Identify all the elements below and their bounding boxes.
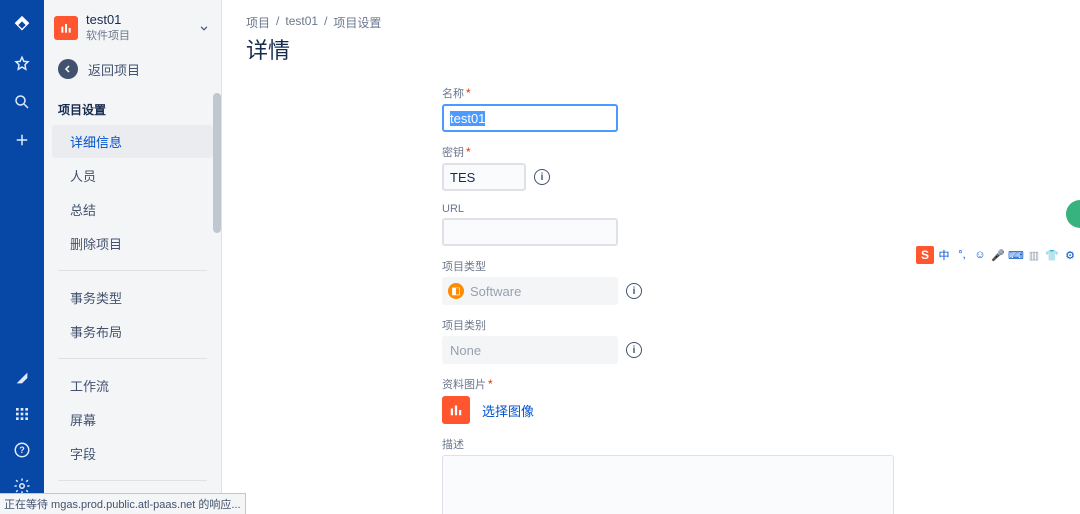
ime-skin-icon[interactable]: ▥ [1026,247,1042,263]
project-type-value: Software [470,284,521,299]
sidebar-nav: 项目设置 详细信息 人员 总结 删除项目 事务类型 事务布局 工作流 屏幕 字段… [44,93,221,514]
ime-tool-icon[interactable]: 👕 [1044,247,1060,263]
sidebar-heading: 项目设置 [44,93,221,124]
chevron-down-icon [197,21,211,35]
description-input[interactable] [442,455,894,514]
search-icon[interactable] [12,92,32,112]
breadcrumb-projects[interactable]: 项目 [246,14,270,31]
project-type-label: 软件项目 [86,27,189,43]
ime-settings-icon[interactable]: ⚙ [1062,247,1078,263]
svg-text:?: ? [19,445,25,455]
select-image-link[interactable]: 选择图像 [482,401,534,420]
notification-icon[interactable] [12,368,32,388]
back-to-project[interactable]: 返回项目 [44,51,221,93]
info-icon[interactable]: i [626,283,642,299]
breadcrumb: 项目 / test01 / 项目设置 [246,14,1056,31]
nav-item-summary[interactable]: 总结 [52,193,213,226]
key-label: 密钥 [442,144,464,160]
nav-separator [58,270,207,271]
project-sidebar: test01 软件项目 返回项目 项目设置 详细信息 人员 总结 删除项目 事务… [44,0,222,514]
page-title: 详情 [246,33,1056,65]
nav-separator [58,480,207,481]
browser-status-bar: 正在等待 mgas.prod.public.atl-paas.net 的响应..… [0,493,246,514]
project-category-label: 项目类别 [442,317,486,333]
nav-item-details[interactable]: 详细信息 [52,125,213,158]
breadcrumb-project[interactable]: test01 [285,14,318,31]
ime-punct-icon[interactable]: °, [954,247,970,263]
info-icon[interactable]: i [626,342,642,358]
name-input[interactable] [442,104,618,132]
info-icon[interactable]: i [534,169,550,185]
url-input[interactable] [442,218,618,246]
project-type-label: 项目类型 [442,258,486,274]
required-icon: * [488,377,493,391]
required-icon: * [466,86,471,100]
key-input[interactable] [442,163,526,191]
help-icon[interactable]: ? [12,440,32,460]
project-type-select: ◧ Software [442,277,618,305]
ime-keyboard-icon[interactable]: ⌨ [1008,247,1024,263]
star-icon[interactable] [12,54,32,74]
ime-toolbar[interactable]: S 中 °, ☺ 🎤 ⌨ ▥ 👕 ⚙ [914,244,1080,266]
back-label: 返回项目 [88,60,140,79]
project-avatar-icon [54,16,78,40]
project-name: test01 [86,12,189,27]
ime-lang-label[interactable]: 中 [936,247,952,263]
arrow-left-icon [58,59,78,79]
required-icon: * [466,145,471,159]
apps-icon[interactable] [12,404,32,424]
plus-icon[interactable] [12,130,32,150]
nav-item-people[interactable]: 人员 [52,159,213,192]
nav-item-delete[interactable]: 删除项目 [52,227,213,260]
project-avatar-preview [442,396,470,424]
nav-item-screens[interactable]: 屏幕 [52,403,213,436]
name-label: 名称 [442,85,464,101]
nav-item-fields[interactable]: 字段 [52,437,213,470]
nav-separator [58,358,207,359]
scrollbar-thumb[interactable] [213,93,221,233]
ime-voice-icon[interactable]: 🎤 [990,247,1006,263]
global-nav-rail: ? [0,0,44,514]
ime-emoji-icon[interactable]: ☺ [972,247,988,263]
nav-item-workflows[interactable]: 工作流 [52,369,213,402]
nav-item-issue-types[interactable]: 事务类型 [52,281,213,314]
project-switcher[interactable]: test01 软件项目 [44,0,221,51]
url-label: URL [442,203,464,215]
ime-logo-icon: S [916,246,934,264]
breadcrumb-settings[interactable]: 项目设置 [333,14,381,31]
app-logo-icon[interactable] [11,14,33,36]
nav-item-issue-layout[interactable]: 事务布局 [52,315,213,348]
avatar-label: 资料图片 [442,376,486,392]
project-category-select[interactable]: None [442,336,618,364]
software-icon: ◧ [448,283,464,299]
description-label: 描述 [442,436,464,452]
